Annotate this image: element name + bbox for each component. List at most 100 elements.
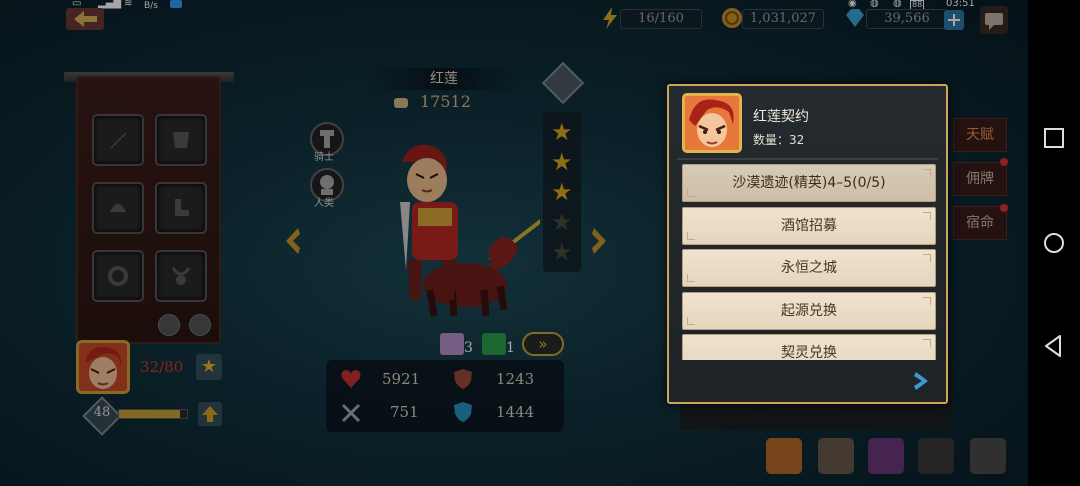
equip-slot-weapon[interactable] <box>92 114 144 166</box>
source-label: 沙漠遗迹(精英)4–5(0/5) <box>732 175 886 191</box>
clock: 03:51 <box>946 0 975 9</box>
chat-button[interactable] <box>980 6 1008 34</box>
book-button[interactable] <box>918 438 954 474</box>
hero-portrait[interactable] <box>76 340 130 394</box>
popup-title: 红莲契约 <box>753 109 809 125</box>
mute-icon: ◍ <box>870 0 879 9</box>
cards-button[interactable] <box>868 438 904 474</box>
source-label: 起源兑换 <box>781 303 837 319</box>
corner-deco <box>923 212 931 220</box>
tab-mercenary[interactable]: 佣牌 <box>953 162 1007 196</box>
magic-shield-icon <box>454 402 472 422</box>
source-button-desert-ruins[interactable]: 沙漠遗迹(精英)4–5(0/5) <box>682 164 936 202</box>
chat-icon <box>985 13 1003 30</box>
notify-dot <box>1000 158 1008 166</box>
corner-deco <box>923 297 931 305</box>
hero-power: 17512 <box>420 92 471 111</box>
hero-face-icon <box>85 346 122 389</box>
gift-button[interactable] <box>766 438 802 474</box>
exp-bar-fill <box>119 410 181 418</box>
back-button[interactable] <box>66 8 104 30</box>
net-speed: B/s <box>144 1 158 11</box>
source-button-tavern[interactable]: 酒馆招募 <box>682 207 936 245</box>
notify-icon <box>170 0 182 8</box>
corner-deco <box>923 254 931 262</box>
skill-book-icon <box>440 333 464 355</box>
android-nav-bar <box>1028 0 1080 486</box>
swap-equip-button[interactable] <box>158 314 180 336</box>
source-label: 酒馆招募 <box>781 218 837 234</box>
fast-forward-button[interactable]: » <box>522 332 564 356</box>
gold-coin-icon <box>722 8 742 28</box>
tab-destiny[interactable]: 宿命 <box>953 206 1007 240</box>
team-button[interactable] <box>818 438 854 474</box>
shield-icon <box>454 369 472 389</box>
corner-deco <box>923 169 931 177</box>
upgrade-button[interactable] <box>198 402 222 426</box>
equip-slot-armor[interactable] <box>155 114 207 166</box>
home-icon[interactable] <box>1040 229 1068 257</box>
source-list[interactable]: 沙漠遗迹(精英)4–5(0/5) 酒馆招募 永恒之城 起源兑换 契灵兑换 <box>669 162 950 360</box>
hero-sprite <box>400 144 540 317</box>
star-3: ★ <box>551 178 573 206</box>
fist-icon <box>394 98 408 108</box>
wifi-icon: ≋ <box>124 0 133 9</box>
equip-slot-amulet[interactable] <box>155 250 207 302</box>
skill-book-count: 3 <box>464 340 473 356</box>
corner-deco <box>687 232 695 240</box>
star-1: ★ <box>551 118 573 146</box>
arrow-up-icon <box>202 406 218 422</box>
source-button-spirit-exchange[interactable]: 契灵兑换 <box>682 334 936 360</box>
hero-face-icon <box>689 99 734 147</box>
exit-button[interactable] <box>970 438 1006 474</box>
swords-icon <box>341 403 361 423</box>
corner-deco <box>687 317 695 325</box>
equip-slot-helmet[interactable] <box>92 182 144 234</box>
level-up-star-button[interactable]: ★ <box>196 354 222 380</box>
next-arrow-icon[interactable] <box>912 370 932 392</box>
diamond-icon <box>846 9 864 27</box>
stat-magic-defense: 1444 <box>496 403 535 421</box>
add-diamond-button[interactable] <box>944 10 964 30</box>
item-quantity: 数量：32 <box>753 133 805 147</box>
plus-icon <box>948 14 960 26</box>
gem-icon <box>482 333 506 355</box>
stat-attack: 751 <box>390 403 419 421</box>
auto-equip-button[interactable] <box>189 314 211 336</box>
prev-hero-arrow-icon[interactable] <box>284 226 302 256</box>
back-nav-icon[interactable] <box>1040 332 1068 360</box>
heart-icon <box>341 370 361 388</box>
energy-counter: 16/160 <box>620 9 702 29</box>
star-2: ★ <box>551 148 573 176</box>
source-button-origin-exchange[interactable]: 起源兑换 <box>682 292 936 330</box>
race-label: 人类 <box>314 198 334 209</box>
equipment-panel <box>76 76 221 344</box>
gem-count: 1 <box>506 340 515 356</box>
helmet-icon <box>110 204 126 212</box>
item-icon <box>682 93 742 153</box>
hero-hp-fraction: 32/80 <box>140 358 184 376</box>
skin-button[interactable] <box>541 61 585 105</box>
source-label: 契灵兑换 <box>781 345 837 360</box>
corner-deco <box>923 339 931 347</box>
source-label: 永恒之城 <box>781 260 837 276</box>
alarm-icon: ◍ <box>893 0 902 9</box>
exp-bar <box>118 409 188 419</box>
item-source-popup: 红莲契约 数量：32 沙漠遗迹(精英)4–5(0/5) 酒馆招募 永恒之城 起源… <box>667 84 948 404</box>
equip-slot-boots[interactable] <box>155 182 207 234</box>
divider <box>677 158 938 160</box>
next-hero-arrow-icon[interactable] <box>590 226 608 256</box>
ring-icon <box>108 266 128 286</box>
tab-talent[interactable]: 天赋 <box>953 118 1007 152</box>
game-scene: ▭ ▂▄▆ ≋ B/s ◉ ◍ ◍ 88 03:51 16/160 1,031,… <box>0 0 1028 486</box>
recent-apps-icon[interactable] <box>1040 124 1068 152</box>
notify-dot <box>1000 204 1008 212</box>
amulet-icon <box>171 267 191 285</box>
boots-icon <box>175 199 189 216</box>
class-label: 骑士 <box>314 152 334 163</box>
equip-slot-ring[interactable] <box>92 250 144 302</box>
corner-deco <box>687 274 695 282</box>
gold-counter: 1,031,027 <box>742 9 824 29</box>
source-button-eternal-city[interactable]: 永恒之城 <box>682 249 936 287</box>
armor-icon <box>173 132 189 148</box>
